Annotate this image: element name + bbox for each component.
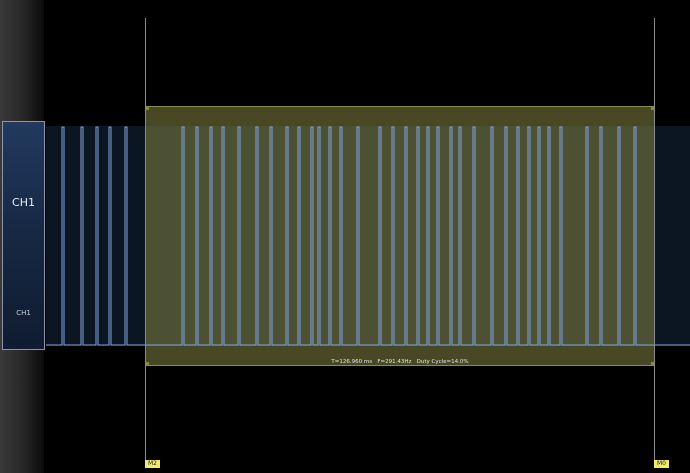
channel-label-panel[interactable]: CH1 CH1 [2,121,45,350]
channel-name-small: CH1 [16,309,31,317]
ch1-waveform [46,126,690,346]
marker-m0-tag[interactable]: M0 [654,460,669,468]
channel-name: CH1 [12,196,35,209]
marker-m2-tag[interactable]: M2 [145,460,160,468]
measurement-readout: T=126.960 ms F=291.43Hz Duty Cycle=14.0% [331,359,469,365]
ch1-signal-path [46,126,690,346]
marker-m0-line[interactable] [654,18,655,460]
marker-m2-line[interactable] [145,18,146,460]
logic-analyzer-canvas: CH1 CH1 T=126.960 ms F=291.43Hz Duty Cyc… [0,0,690,473]
